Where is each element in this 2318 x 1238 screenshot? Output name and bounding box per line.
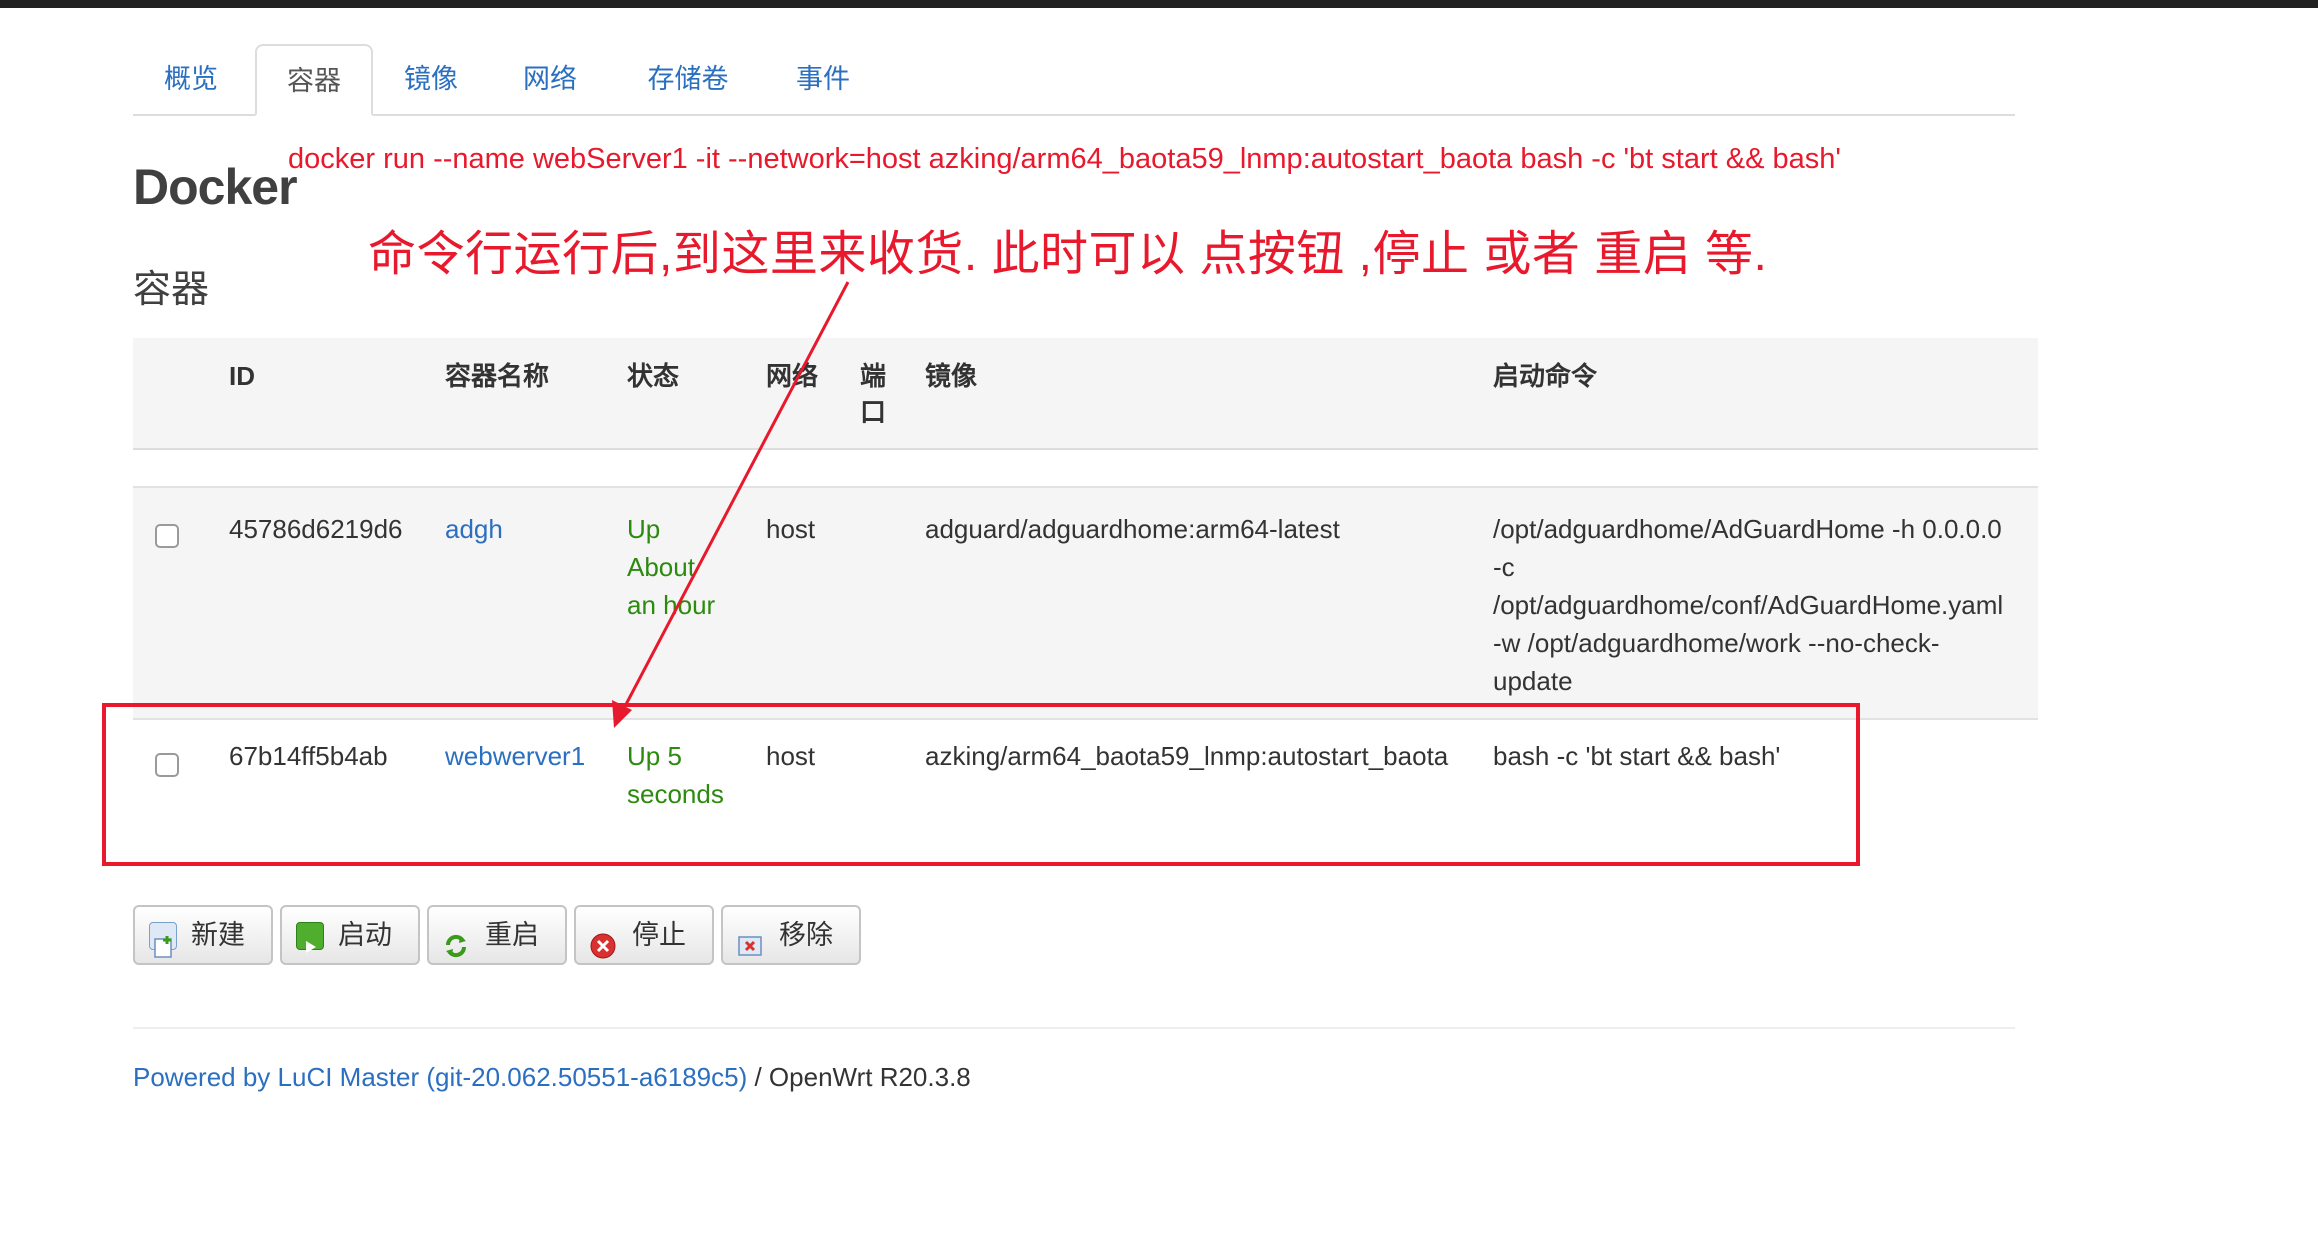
new-button-label: 新建 [191,920,245,950]
header-port: 端 口 [860,358,886,430]
command-line: -w /opt/adguardhome/work --no-check- [1493,628,1940,658]
footer-luci-link[interactable]: Powered by LuCI Master (git-20.062.50551… [133,1062,747,1092]
command-line: -c [1493,552,1515,582]
table-header: ID 容器名称 状态 网络 端 口 镜像 启动命令 [133,338,2038,450]
tab-containers[interactable]: 容器 [255,44,373,116]
status-line: an hour [627,590,716,620]
cell-network: host [766,514,816,544]
top-bar [0,0,2318,8]
header-command: 启动命令 [1493,361,1598,391]
table-row: 45786d6219d6 adgh Up About an hour host … [133,486,2038,720]
tab-networks[interactable]: 网络 [495,44,605,114]
highlight-box [102,703,1860,866]
command-line: /opt/adguardhome/AdGuardHome -h 0.0.0.0 [1493,514,2002,544]
stop-icon [590,922,616,959]
footer-divider [133,1027,2015,1029]
section-title: 容器 [133,269,210,311]
stop-button[interactable]: 停止 [574,905,714,965]
tab-bar: 概览 容器 镜像 网络 存储卷 事件 [133,44,2015,116]
header-port-line1: 端 [860,361,887,391]
command-line: update [1493,666,1573,696]
row-checkbox[interactable] [155,524,179,548]
header-image: 镜像 [925,361,978,391]
page-title: Docker [133,159,298,215]
stop-button-label: 停止 [632,920,686,950]
table-spacer-row [133,450,2038,486]
add-icon [149,922,177,958]
tab-images[interactable]: 镜像 [377,44,485,114]
tab-events[interactable]: 事件 [767,44,879,114]
annotation-note: 命令行运行后,到这里来收货. 此时可以 点按钮 ,停止 或者 重启 等. [368,228,1768,281]
header-port-line2: 口 [860,397,887,427]
cell-id: 45786d6219d6 [229,514,403,544]
header-status: 状态 [627,361,680,391]
remove-button[interactable]: 移除 [721,905,861,965]
restart-button-label: 重启 [485,920,539,950]
start-button[interactable]: 启动 [280,905,420,965]
refresh-icon [443,922,469,958]
new-button[interactable]: 新建 [133,905,273,965]
command-line: /opt/adguardhome/conf/AdGuardHome.yaml [1493,590,2004,620]
cell-name-link[interactable]: adgh [445,510,503,548]
footer-version: / OpenWrt R20.3.8 [747,1062,971,1092]
play-icon [296,922,324,953]
header-id: ID [229,361,255,391]
status-line: Up [627,514,661,544]
remove-icon [737,922,763,956]
annotation-command: docker run --name webServer1 -it --netwo… [288,143,1841,175]
restart-button[interactable]: 重启 [427,905,567,965]
cell-status: Up About an hour [627,510,715,624]
footer: Powered by LuCI Master (git-20.062.50551… [133,1062,971,1093]
cell-image: adguard/adguardhome:arm64-latest [925,514,1340,544]
start-button-label: 启动 [338,920,392,950]
status-line: About [627,552,695,582]
remove-button-label: 移除 [779,920,833,950]
tab-volumes[interactable]: 存储卷 [623,44,753,114]
tab-overview[interactable]: 概览 [133,44,249,114]
header-name: 容器名称 [445,361,550,391]
cell-command: /opt/adguardhome/AdGuardHome -h 0.0.0.0 … [1493,510,2033,700]
header-network: 网络 [766,361,819,391]
